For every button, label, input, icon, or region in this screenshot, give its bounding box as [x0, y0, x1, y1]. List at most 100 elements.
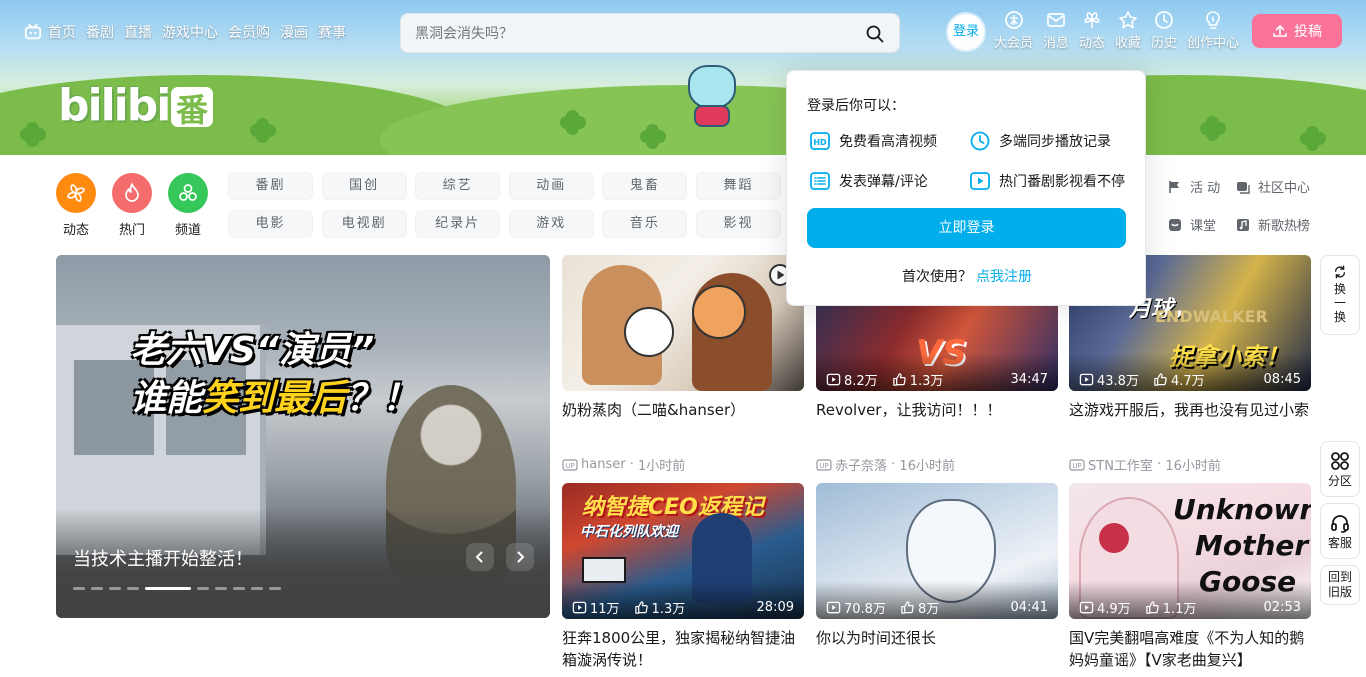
svg-text:UP: UP — [565, 462, 574, 470]
channel-channels[interactable]: 频道 — [168, 173, 208, 238]
chip-dance[interactable]: 舞蹈 — [695, 172, 781, 200]
chip-documentary[interactable]: 纪录片 — [415, 210, 501, 238]
channel-dynamic-circle — [56, 173, 96, 213]
play-count-icon — [572, 601, 587, 613]
star-icon — [1119, 11, 1137, 29]
headset-icon — [1331, 515, 1349, 533]
nav-manga[interactable]: 漫画 — [280, 22, 308, 42]
feature-bangumi-label: 热门番剧影视看不停 — [999, 174, 1125, 190]
nav-match[interactable]: 赛事 — [318, 22, 346, 42]
view-count: 11万 — [572, 598, 620, 617]
video-card[interactable]: 纳智捷CEO返程记 中石化列队欢迎 11万 1.3万 28:09 狂奔1800公… — [562, 483, 804, 671]
chip-film-tv[interactable]: 影视 — [695, 210, 781, 238]
svg-text:HD: HD — [813, 138, 827, 147]
chip-tv-series[interactable]: 电视剧 — [321, 210, 407, 238]
zone-button[interactable]: 分区 — [1320, 441, 1360, 497]
channel-dynamic[interactable]: 动态 — [56, 173, 96, 238]
carousel-dot[interactable] — [73, 587, 85, 590]
register-link[interactable]: 点我注册 — [976, 269, 1032, 285]
nav-home[interactable]: 首页 — [24, 22, 76, 42]
feature-danmaku-label: 发表弹幕/评论 — [839, 174, 928, 190]
carousel-dot[interactable] — [127, 587, 139, 590]
carousel-dot[interactable] — [233, 587, 245, 590]
featured-carousel[interactable]: 老六VS“演员” 谁能笑到最后？！ 当技术主播开始整活！ — [56, 255, 550, 618]
back-to-old-version-button[interactable]: 回到 旧版 — [1320, 565, 1360, 605]
video-card[interactable]: Unknown Mother Goose 4.9万 1.1万 02:53 国V完… — [1069, 483, 1311, 671]
video-thumbnail[interactable] — [562, 255, 804, 391]
refresh-icon — [1334, 265, 1346, 279]
like-count: 1.3万 — [634, 598, 685, 617]
creator-center-label: 创作中心 — [1187, 36, 1240, 51]
channel-hot[interactable]: 热门 — [112, 173, 152, 238]
carousel-caption[interactable]: 当技术主播开始整活！ — [73, 545, 253, 571]
search-icon[interactable] — [865, 24, 885, 44]
chip-animation[interactable]: 动画 — [508, 172, 594, 200]
danmaku-icon — [810, 172, 830, 190]
carousel-next-button[interactable] — [506, 543, 534, 571]
chip-kichiku[interactable]: 鬼畜 — [602, 172, 688, 200]
dynamic-entry[interactable]: 动态 — [1079, 10, 1105, 51]
side-link-new-songs[interactable]: 新歌热榜 — [1236, 215, 1310, 234]
flame-icon — [125, 183, 139, 202]
upload-icon — [1273, 24, 1287, 37]
chip-movie[interactable]: 电影 — [228, 210, 313, 238]
clover-decoration — [1200, 116, 1226, 142]
upload-button[interactable]: 投稿 — [1252, 14, 1342, 48]
side-link-community[interactable]: 社区中心 — [1236, 177, 1310, 196]
login-now-button[interactable]: 立即登录 — [807, 208, 1126, 248]
login-avatar-button[interactable]: 登录 — [948, 14, 984, 50]
creator-center-entry[interactable]: 创作中心 — [1187, 10, 1239, 51]
video-title[interactable]: 你以为时间还很长 — [816, 627, 1058, 671]
nav-bangumi[interactable]: 番剧 — [86, 22, 114, 42]
refresh-label-3: 换 — [1333, 310, 1346, 324]
search-input[interactable] — [415, 23, 845, 45]
refresh-button[interactable]: 换 一 换 — [1320, 255, 1360, 335]
side-link-classroom[interactable]: 课堂 — [1168, 215, 1216, 234]
video-owner[interactable]: UP hanser · 1小时前 — [562, 455, 804, 474]
video-card[interactable]: 奶粉蒸肉（二喵&hanser） UP hanser · 1小时前 — [562, 255, 804, 474]
side-link-classroom-label: 课堂 — [1190, 219, 1217, 234]
carousel-dot[interactable] — [215, 587, 227, 590]
chip-variety[interactable]: 综艺 — [415, 172, 501, 200]
chip-music[interactable]: 音乐 — [602, 210, 688, 238]
video-title[interactable]: 奶粉蒸肉（二喵&hanser） — [562, 399, 804, 443]
video-card[interactable]: 70.8万 8万 04:41 你以为时间还很长 — [816, 483, 1058, 671]
carousel-dot[interactable] — [251, 587, 263, 590]
nav-live[interactable]: 直播 — [124, 22, 152, 42]
message-entry[interactable]: 消息 — [1043, 10, 1069, 51]
popover-title: 登录后你可以： — [807, 98, 905, 114]
carousel-headline-line2-post: ？！ — [346, 378, 419, 419]
video-title[interactable]: 国V完美翻唱高难度《不为人知的鹅妈妈童谣》【V家老曲复兴】 — [1069, 627, 1311, 671]
carousel-prev-button[interactable] — [466, 543, 494, 571]
video-title[interactable]: 这游戏开服后，我再也没有见过小索 — [1069, 399, 1311, 443]
hd-icon: HD — [810, 132, 830, 150]
video-thumbnail[interactable]: Unknown Mother Goose 4.9万 1.1万 02:53 — [1069, 483, 1311, 619]
chip-game[interactable]: 游戏 — [508, 210, 594, 238]
dynamic-label: 动态 — [1079, 36, 1106, 51]
video-thumbnail[interactable]: 70.8万 8万 04:41 — [816, 483, 1058, 619]
history-entry[interactable]: 历史 — [1151, 10, 1177, 51]
carousel-dot[interactable] — [145, 587, 191, 590]
video-thumbnail[interactable]: 纳智捷CEO返程记 中石化列队欢迎 11万 1.3万 28:09 — [562, 483, 804, 619]
video-title[interactable]: Revolver，让我访问！！！ — [816, 399, 1058, 443]
customer-service-button[interactable]: 客服 — [1320, 503, 1360, 559]
video-owner[interactable]: UP 赤子奈落 · 16小时前 — [816, 455, 1058, 474]
top-nav: 首页 番剧 直播 游戏中心 会员购 漫画 赛事 — [24, 22, 356, 42]
side-link-activity[interactable]: 活 动 — [1168, 177, 1220, 196]
favorites-entry[interactable]: 收藏 — [1115, 10, 1141, 51]
carousel-dot[interactable] — [197, 587, 209, 590]
carousel-dot[interactable] — [91, 587, 103, 590]
carousel-dot[interactable] — [269, 587, 281, 590]
grid-icon — [1331, 452, 1349, 470]
video-owner[interactable]: UP STN工作室 · 16小时前 — [1069, 455, 1311, 474]
channel-hot-circle — [112, 173, 152, 213]
nav-mall[interactable]: 会员购 — [228, 22, 270, 42]
video-title[interactable]: 狂奔1800公里，独家揭秘纳智捷油箱漩涡传说！ — [562, 627, 804, 671]
vip-entry[interactable]: 大会员 — [994, 10, 1033, 51]
carousel-dot[interactable] — [109, 587, 121, 590]
chip-bangumi[interactable]: 番剧 — [228, 172, 313, 200]
nav-game-center[interactable]: 游戏中心 — [162, 22, 218, 42]
chip-guochuang[interactable]: 国创 — [321, 172, 407, 200]
channel-dynamic-label: 动态 — [62, 223, 89, 238]
thumbs-up-icon — [901, 600, 914, 614]
